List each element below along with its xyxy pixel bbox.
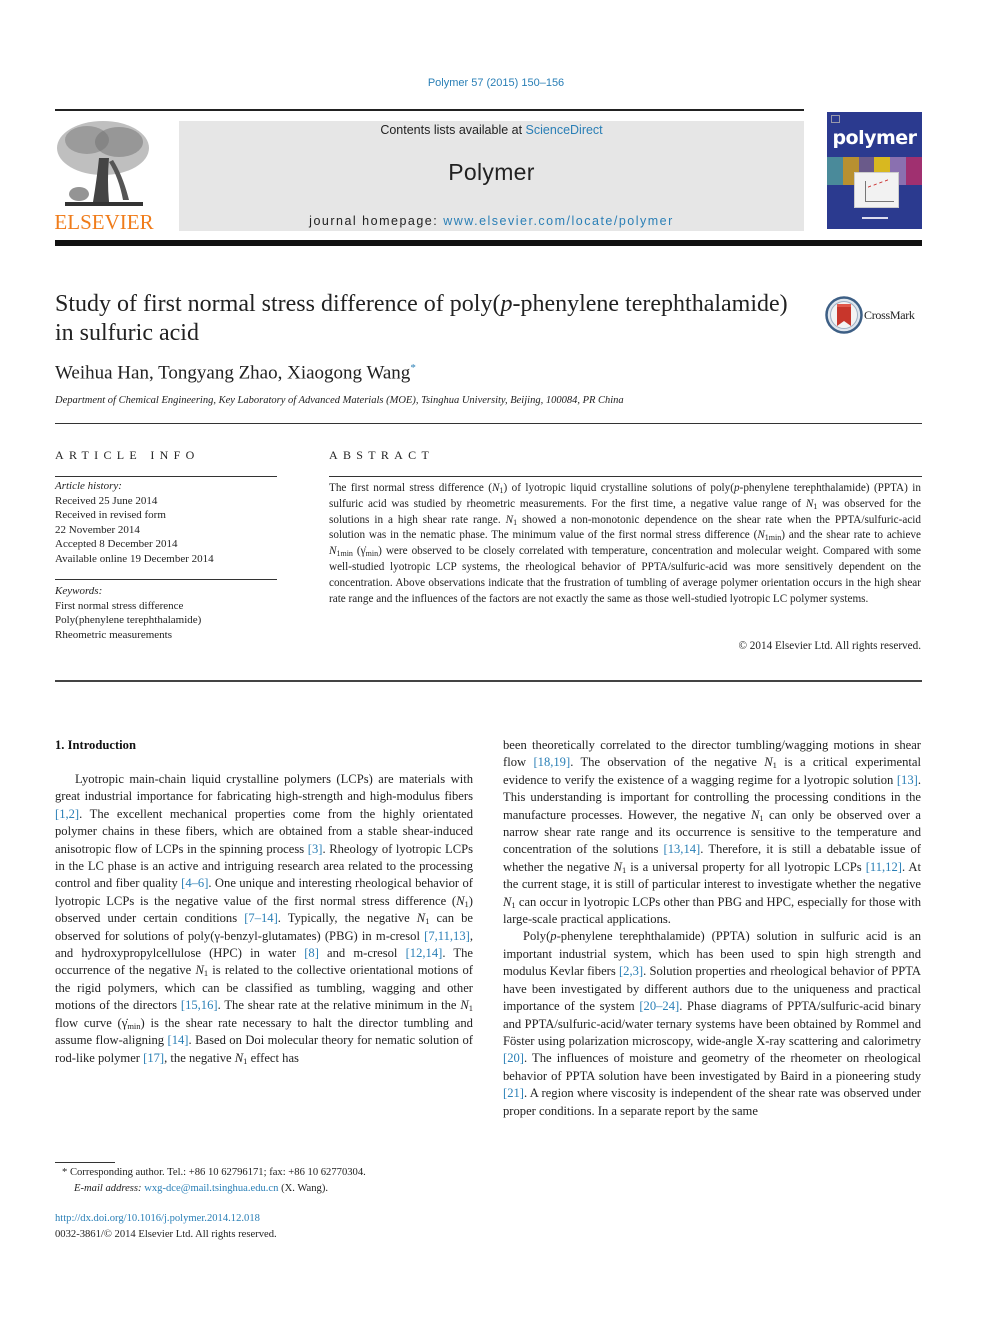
- front-matter-divider: [55, 680, 922, 682]
- article-info-rule: [55, 476, 277, 477]
- intro-paragraph-continued: been theoretically correlated to the dir…: [503, 738, 921, 927]
- abstract-body: The first normal stress difference (N1) …: [329, 482, 922, 605]
- article-history-label: Article history:: [55, 480, 122, 492]
- history-item: Received in revised form: [55, 509, 166, 521]
- body-column-right: been theoretically correlated to the dir…: [503, 737, 921, 1120]
- section-heading-introduction: 1. Introduction: [55, 738, 136, 752]
- history-item: Received 25 June 2014: [55, 494, 158, 507]
- masthead-bottom-rule: [55, 240, 922, 246]
- homepage-prefix: journal homepage:: [309, 214, 444, 228]
- doi-link[interactable]: http://dx.doi.org/10.1016/j.polymer.2014…: [55, 1213, 260, 1224]
- reference-link[interactable]: [18,19]: [533, 755, 570, 769]
- keywords: Keywords: First normal stress difference…: [55, 584, 201, 642]
- journal-homepage-link[interactable]: www.elsevier.com/locate/polymer: [443, 214, 674, 228]
- reference-link[interactable]: [1,2]: [55, 807, 79, 821]
- reference-link[interactable]: [2,3]: [619, 964, 643, 978]
- reference-link[interactable]: [7,11,13]: [424, 929, 470, 943]
- author-email-link[interactable]: wxg-dce@mail.tsinghua.edu.cn: [144, 1183, 278, 1194]
- email-suffix: (X. Wang).: [278, 1183, 328, 1194]
- reference-link[interactable]: [3]: [308, 842, 323, 856]
- history-item: Accepted 8 December 2014: [55, 538, 178, 550]
- cover-footer: [862, 217, 888, 219]
- reference-link[interactable]: [15,16]: [181, 998, 218, 1012]
- history-item: Available online 19 December 2014: [55, 552, 214, 565]
- keywords-label: Keywords:: [55, 585, 103, 597]
- doi-block: http://dx.doi.org/10.1016/j.polymer.2014…: [55, 1211, 277, 1243]
- contents-line: Contents lists available at ScienceDirec…: [179, 123, 804, 137]
- reference-link[interactable]: [13]: [897, 773, 918, 787]
- cover-elsevier-mark: [831, 115, 840, 123]
- footnote-rule: [55, 1162, 115, 1163]
- footnote-contact: Corresponding author. Tel.: +86 10 62796…: [67, 1167, 366, 1178]
- cover-title: polymer: [832, 127, 917, 149]
- sciencedirect-link[interactable]: ScienceDirect: [526, 123, 603, 137]
- reference-link[interactable]: [12,14]: [406, 946, 443, 960]
- reference-link[interactable]: [20]: [503, 1051, 524, 1065]
- reference-link[interactable]: [8]: [304, 946, 319, 960]
- body-column-left: Lyotropic main-chain liquid crystalline …: [55, 771, 473, 1067]
- abstract-rule: [329, 476, 922, 477]
- issn-copyright: 0032-3861/© 2014 Elsevier Ltd. All right…: [55, 1229, 277, 1240]
- masthead-top-rule: [55, 109, 804, 111]
- keyword-item: First normal stress difference: [55, 599, 184, 612]
- elsevier-logo[interactable]: ELSEVIER: [53, 118, 155, 234]
- crossmark-icon: [825, 296, 863, 334]
- reference-link[interactable]: [4–6]: [181, 876, 208, 890]
- reference-link[interactable]: [13,14]: [664, 842, 701, 856]
- author-names: Weihua Han, Tongyang Zhao, Xiaogong Wang: [55, 362, 411, 384]
- elsevier-tree-icon: [53, 118, 153, 210]
- reference-link[interactable]: [20–24]: [639, 999, 679, 1013]
- elsevier-wordmark: ELSEVIER: [54, 210, 154, 234]
- article-info-heading: ARTICLE INFO: [55, 448, 200, 462]
- abstract-copyright: © 2014 Elsevier Ltd. All rights reserved…: [738, 640, 922, 652]
- author-list: Weihua Han, Tongyang Zhao, Xiaogong Wang…: [55, 362, 416, 384]
- masthead-box: Contents lists available at ScienceDirec…: [179, 121, 804, 231]
- corresponding-author-mark[interactable]: *: [410, 362, 416, 374]
- intro-paragraph: Lyotropic main-chain liquid crystalline …: [55, 772, 473, 1066]
- journal-cover-image[interactable]: polymer: [827, 112, 922, 229]
- cover-graph-thumbnail: [854, 172, 899, 208]
- keyword-item: Rheometric measurements: [55, 628, 172, 641]
- contents-prefix: Contents lists available at: [380, 123, 526, 137]
- affiliation: Department of Chemical Engineering, Key …: [55, 395, 624, 406]
- keywords-rule: [55, 579, 277, 580]
- title-divider: [55, 423, 922, 424]
- reference-link[interactable]: [21]: [503, 1086, 524, 1100]
- reference-link[interactable]: [11,12]: [866, 860, 902, 874]
- reference-link[interactable]: [14]: [168, 1033, 189, 1047]
- email-label: E-mail address:: [74, 1183, 142, 1194]
- crossmark-label: CrossMark: [864, 307, 915, 322]
- intro-paragraph: Poly(p-phenylene terephthalamide) (PPTA)…: [503, 929, 921, 1118]
- crossmark-button[interactable]: CrossMark: [825, 296, 915, 334]
- reference-link[interactable]: [7–14]: [244, 911, 278, 925]
- article-title: Study of first normal stress difference …: [55, 291, 788, 346]
- journal-name: Polymer: [448, 159, 535, 185]
- abstract-heading: ABSTRACT: [329, 448, 435, 462]
- journal-citation-link[interactable]: Polymer 57 (2015) 150–156: [0, 77, 992, 89]
- reference-link[interactable]: [17]: [143, 1051, 164, 1065]
- homepage-line: journal homepage: www.elsevier.com/locat…: [179, 214, 804, 228]
- history-item: 22 November 2014: [55, 523, 140, 536]
- article-history: Article history: Received 25 June 2014 R…: [55, 479, 214, 566]
- keyword-item: Poly(phenylene terephthalamide): [55, 614, 202, 626]
- corresponding-author-footnote: * Corresponding author. Tel.: +86 10 627…: [62, 1165, 366, 1197]
